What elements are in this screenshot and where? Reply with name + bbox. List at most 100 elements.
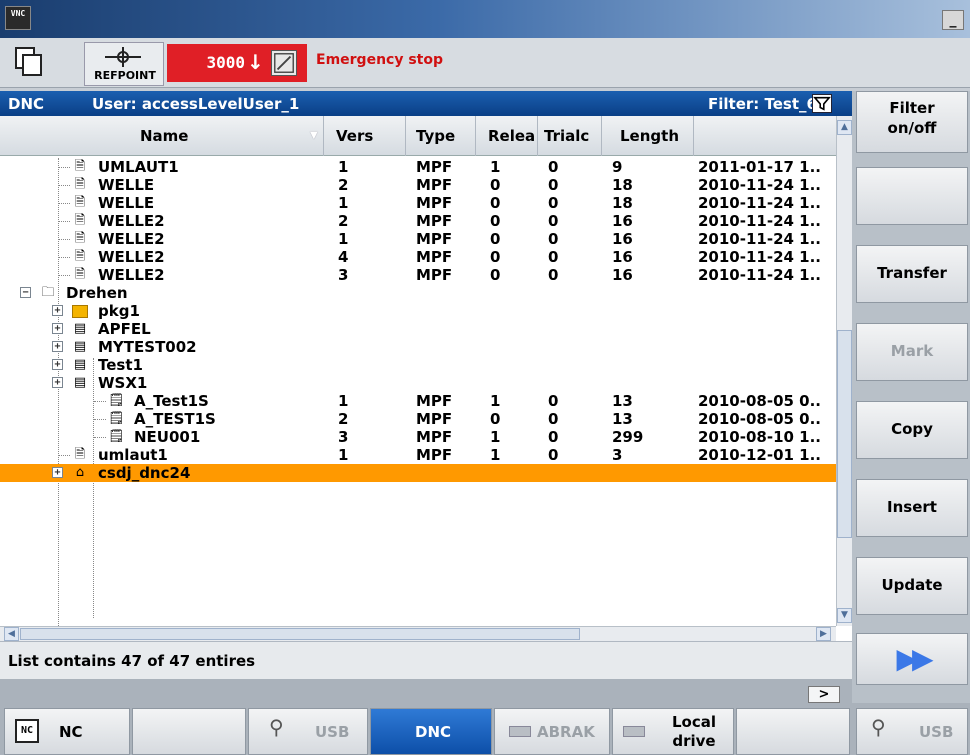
abrak-button[interactable]: ABRAK xyxy=(494,708,610,755)
softkey-empty-2[interactable] xyxy=(856,167,968,225)
usb-button[interactable]: ⚲ USB xyxy=(248,708,368,755)
table-row[interactable]: 🗎 WELLE2 2 MPF 0 0 16 2010-11-24 1.. xyxy=(0,212,836,230)
forward-icon[interactable]: ▶▶ xyxy=(856,633,968,685)
cell-name: Drehen xyxy=(66,284,128,302)
table-row[interactable]: + ▤ WSX1 xyxy=(0,374,836,392)
cell-length: 13 xyxy=(612,410,633,428)
vertical-scroll-thumb[interactable] xyxy=(837,330,852,538)
refpoint-indicator: REFPOINT xyxy=(84,42,164,86)
table-row[interactable]: + ▤ Test1 xyxy=(0,356,836,374)
cell-relea: 0 xyxy=(490,194,501,212)
column-header-length[interactable]: Length xyxy=(602,116,694,156)
tree-branch-line xyxy=(58,257,70,258)
scroll-down-icon[interactable]: ▼ xyxy=(837,608,852,623)
alarm-indicator[interactable]: 3000 ↓ xyxy=(167,44,307,82)
table-row[interactable]: + ▤ MYTEST002 xyxy=(0,338,836,356)
filter-toggle-button[interactable]: Filter on/off xyxy=(856,91,968,153)
file-tree-table[interactable]: Name ▼ Vers Type Relea Trialc Length 🗎 UM… xyxy=(0,116,852,641)
filter-funnel-icon[interactable] xyxy=(812,94,832,113)
more-button[interactable]: > xyxy=(808,686,840,703)
horizontal-softkey-bar: NC NC ⚲ USB DNC ABRAK Local drive ⚲ USB xyxy=(0,703,970,755)
horizontal-scrollbar[interactable]: ◀ ▶ xyxy=(0,626,836,641)
alarm-text: Emergency stop xyxy=(316,52,443,68)
cell-trialc: 0 xyxy=(548,212,559,230)
status-band xyxy=(0,679,852,703)
table-row[interactable]: 🗎 UMLAUT1 1 MPF 1 0 9 2011-01-17 1.. xyxy=(0,158,836,176)
expand-icon[interactable]: + xyxy=(52,377,63,388)
cell-trialc: 0 xyxy=(548,158,559,176)
expand-icon[interactable]: + xyxy=(52,323,63,334)
table-row[interactable]: − 🗀 Drehen xyxy=(0,284,836,302)
scroll-right-icon[interactable]: ▶ xyxy=(816,627,831,641)
local-drive-button[interactable]: Local drive xyxy=(612,708,734,755)
minimize-button[interactable]: _ xyxy=(942,10,964,30)
tree-branch-line xyxy=(94,401,106,402)
table-row[interactable]: 🗎 umlaut1 1 MPF 1 0 3 2010-12-01 1.. xyxy=(0,446,836,464)
usb-icon: ⚲ xyxy=(871,715,886,739)
cell-relea: 0 xyxy=(490,230,501,248)
table-row[interactable]: + ⌂ csdj_dnc24 xyxy=(0,464,836,482)
vertical-scrollbar[interactable]: ▲ ▼ xyxy=(836,116,852,626)
cell-type: MPF xyxy=(416,266,453,284)
channel-switch-icon[interactable] xyxy=(14,46,48,80)
column-header-name[interactable]: Name ▼ xyxy=(0,116,324,156)
table-row[interactable]: 🗒 A_TEST1S 2 MPF 0 0 13 2010-08-05 0.. xyxy=(0,410,836,428)
table-row[interactable]: 🗒 A_Test1S 1 MPF 1 0 13 2010-08-05 0.. xyxy=(0,392,836,410)
table-row[interactable]: 🗎 WELLE2 1 MPF 0 0 16 2010-11-24 1.. xyxy=(0,230,836,248)
column-header-trialc[interactable]: Trialc xyxy=(538,116,602,156)
cell-date: 2010-11-24 1.. xyxy=(698,230,822,248)
expand-icon[interactable]: + xyxy=(52,359,63,370)
expand-icon[interactable]: + xyxy=(52,467,63,478)
horizontal-scroll-thumb[interactable] xyxy=(20,628,580,640)
entry-count-text: List contains 47 of 47 entires xyxy=(8,652,256,670)
tree-branch-line xyxy=(58,239,70,240)
vertical-softkey-bar: Filter on/off Transfer Mark Copy Insert … xyxy=(852,91,970,703)
table-row[interactable]: 🗒 NEU001 3 MPF 1 0 299 2010-08-10 1.. xyxy=(0,428,836,446)
table-row[interactable]: 🗎 WELLE 2 MPF 0 0 18 2010-11-24 1.. xyxy=(0,176,836,194)
transfer-button[interactable]: Transfer xyxy=(856,245,968,303)
cell-date: 2010-11-24 1.. xyxy=(698,176,822,194)
column-header-relea[interactable]: Relea xyxy=(476,116,538,156)
cell-length: 16 xyxy=(612,230,633,248)
mark-button[interactable]: Mark xyxy=(856,323,968,381)
cell-date: 2011-01-17 1.. xyxy=(698,158,822,176)
expand-icon[interactable]: + xyxy=(52,341,63,352)
cell-vers: 1 xyxy=(338,158,349,176)
doc-icon: 🗎 xyxy=(74,231,86,246)
column-header-vers[interactable]: Vers xyxy=(324,116,406,156)
table-row[interactable]: 🗎 WELLE2 3 MPF 0 0 16 2010-11-24 1.. xyxy=(0,266,836,284)
cell-length: 3 xyxy=(612,446,623,464)
cell-name: NEU001 xyxy=(134,428,201,446)
tree-branch-line xyxy=(58,185,70,186)
alarm-reset-icon[interactable] xyxy=(271,50,297,76)
column-header-type[interactable]: Type xyxy=(406,116,476,156)
list-status-line: List contains 47 of 47 entires xyxy=(0,641,852,679)
copy-button[interactable]: Copy xyxy=(856,401,968,459)
expand-icon[interactable]: + xyxy=(52,305,63,316)
table-row[interactable]: + ▤ APFEL xyxy=(0,320,836,338)
table-row[interactable]: + pkg1 xyxy=(0,302,836,320)
cell-vers: 1 xyxy=(338,446,349,464)
ws-icon: ▤ xyxy=(73,339,87,354)
tree-branch-line xyxy=(58,167,70,168)
collapse-icon[interactable]: − xyxy=(20,287,31,298)
dnc-button[interactable]: DNC xyxy=(370,708,492,755)
doc-icon: 🗎 xyxy=(74,249,86,264)
table-row[interactable]: 🗎 WELLE 1 MPF 0 0 18 2010-11-24 1.. xyxy=(0,194,836,212)
table-row[interactable]: 🗎 WELLE2 4 MPF 0 0 16 2010-11-24 1.. xyxy=(0,248,836,266)
tree-branch-line xyxy=(58,275,70,276)
scroll-up-icon[interactable]: ▲ xyxy=(837,120,852,135)
doc-icon: 🗎 xyxy=(74,177,86,192)
drive-icon xyxy=(509,726,531,737)
update-button[interactable]: Update xyxy=(856,557,968,615)
cell-trialc: 0 xyxy=(548,410,559,428)
scroll-left-icon[interactable]: ◀ xyxy=(4,627,19,641)
column-header-date[interactable] xyxy=(694,116,836,156)
usb-button-2[interactable]: ⚲ USB xyxy=(856,708,968,755)
insert-button[interactable]: Insert xyxy=(856,479,968,537)
cell-type: MPF xyxy=(416,428,453,446)
softkey-empty-bottom-2[interactable] xyxy=(132,708,246,755)
nc-button[interactable]: NC NC xyxy=(4,708,130,755)
softkey-empty-bottom-7[interactable] xyxy=(736,708,850,755)
abrak-label: ABRAK xyxy=(537,723,595,741)
